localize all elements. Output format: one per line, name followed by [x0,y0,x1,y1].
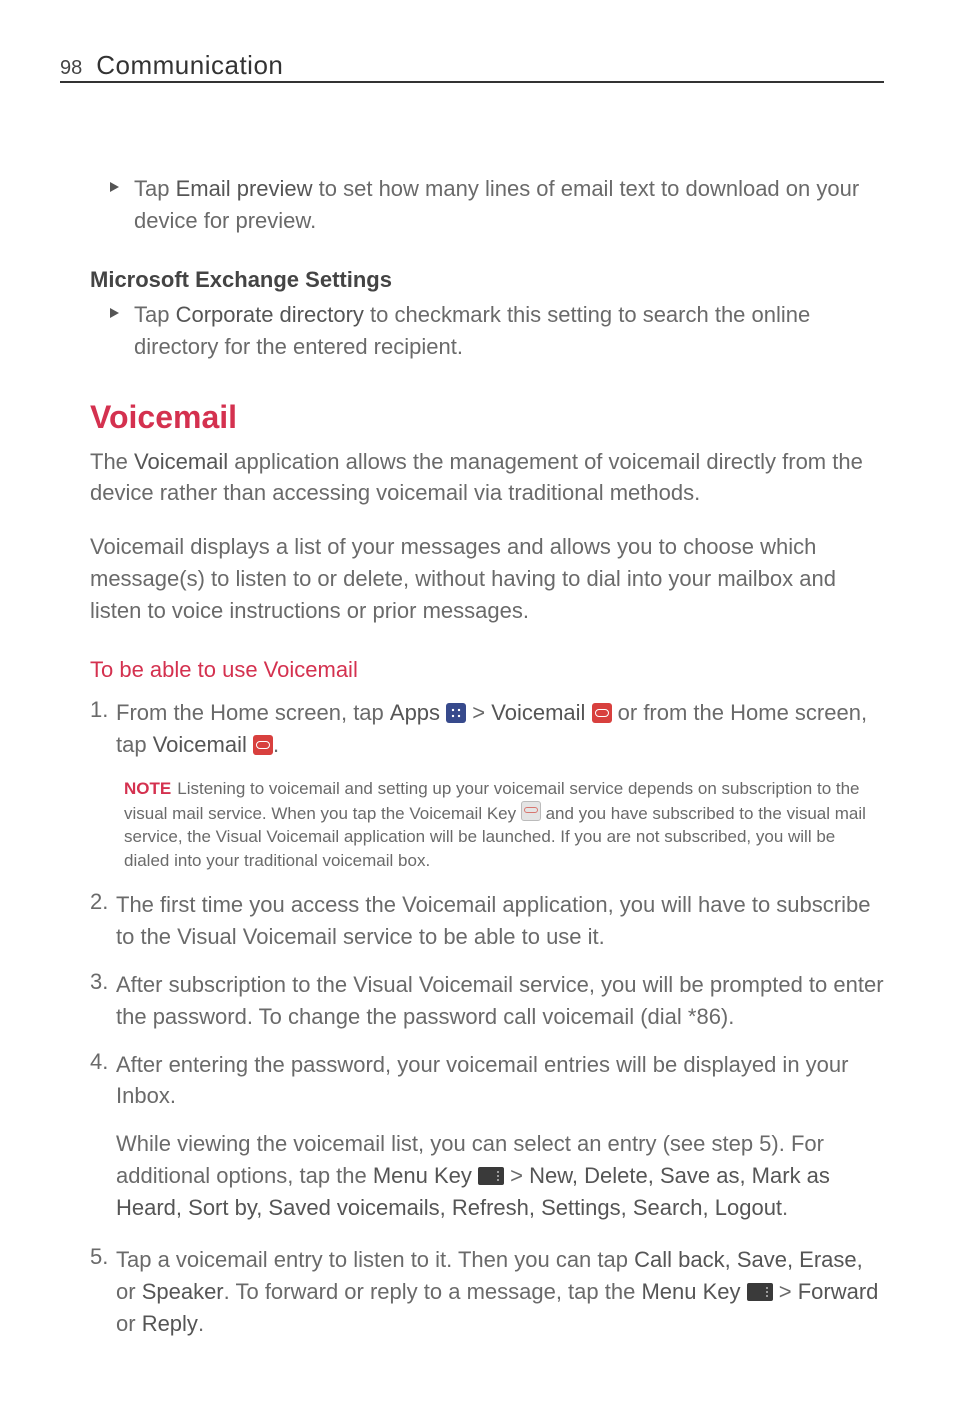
text: . [198,1311,204,1336]
text: Tap a voicemail entry to listen to it. T… [116,1247,634,1272]
bold-text: Voicemail [134,449,228,474]
text: or [116,1279,142,1304]
text: . [782,1195,788,1220]
page: 98 Communication Tap Email preview to se… [0,0,954,1406]
text: > [773,1279,798,1304]
menu-key-icon [478,1167,504,1185]
step-4: 4. After entering the password, your voi… [90,1049,884,1113]
bullet-corporate-directory: Tap Corporate directory to checkmark thi… [110,299,884,363]
bold-text: Speaker [142,1279,224,1304]
text: The [90,449,134,474]
step-1: 1. From the Home screen, tap Apps > Voic… [90,697,884,761]
subheading-ms-exchange: Microsoft Exchange Settings [90,267,884,293]
subheading-use-voicemail: To be able to use Voicemail [90,657,884,683]
text: From the Home screen, tap [116,700,390,725]
step-5: 5. Tap a voicemail entry to listen to it… [90,1244,884,1340]
step-number: 3. [90,969,116,1033]
text: Tap [134,302,176,327]
text: or [116,1311,142,1336]
bold-text: Reply [142,1311,198,1336]
bold-text: Email preview [176,176,313,201]
bold-text: Menu Key [373,1163,472,1188]
voicemail-icon [253,735,273,755]
step-body: After entering the password, your voicem… [116,1049,884,1113]
page-header: 98 Communication [60,50,884,83]
step-body: The first time you access the Voicemail … [116,889,884,953]
bullet-text: Tap Email preview to set how many lines … [134,173,884,237]
step-number: 2. [90,889,116,953]
voicemail-key-icon [521,801,541,821]
bold-text: Voicemail [491,700,585,725]
voicemail-icon [592,703,612,723]
step-body: Tap a voicemail entry to listen to it. T… [116,1244,884,1340]
bold-text: Voicemail [153,732,247,757]
header-title: Communication [96,50,283,81]
bold-text: Call back, Save, Erase, [634,1247,863,1272]
apps-icon [446,703,466,723]
bold-text: Corporate directory [176,302,364,327]
step-body: From the Home screen, tap Apps > Voicema… [116,697,884,761]
note-label: NOTE [124,779,171,798]
menu-key-icon [747,1283,773,1301]
text: Tap [134,176,176,201]
text: . [273,732,279,757]
text: > [504,1163,529,1188]
bullet-email-preview: Tap Email preview to set how many lines … [110,173,884,237]
bold-text: Forward [798,1279,879,1304]
bullet-text: Tap Corporate directory to checkmark thi… [134,299,884,363]
bold-text: Apps [390,700,440,725]
text: . To forward or reply to a message, tap … [224,1279,642,1304]
step-body: After subscription to the Visual Voicema… [116,969,884,1033]
step-4-continued: While viewing the voicemail list, you ca… [116,1128,884,1224]
triangle-bullet-icon [110,182,126,192]
paragraph: Voicemail displays a list of your messag… [90,531,884,627]
step-number: 1. [90,697,116,761]
step-2: 2. The first time you access the Voicema… [90,889,884,953]
triangle-bullet-icon [110,308,126,318]
step-number: 4. [90,1049,116,1113]
text: > [466,700,491,725]
step-3: 3. After subscription to the Visual Voic… [90,969,884,1033]
bold-text: Menu Key [641,1279,740,1304]
step-number: 5. [90,1244,116,1340]
heading-voicemail: Voicemail [90,399,884,436]
page-number: 98 [60,57,82,80]
paragraph: The Voicemail application allows the man… [90,446,884,510]
note: NOTEListening to voicemail and setting u… [124,777,884,873]
